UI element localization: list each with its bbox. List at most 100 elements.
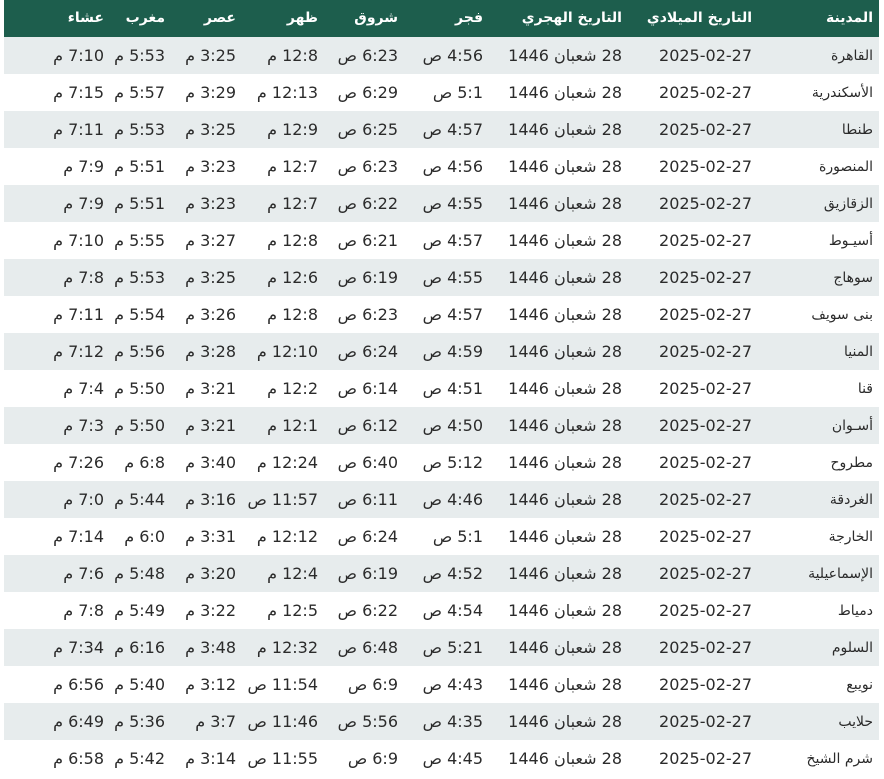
cell-asr: 3:48 م	[185, 638, 236, 657]
cell-sunrise: 6:14 ص	[337, 379, 398, 398]
table-row: المنصورة 2025-02-27 28 شعبان 1446 4:56 ص 6:2…	[4, 148, 879, 185]
cell-dhuhr: 11:55 ص	[247, 749, 318, 768]
cell-city: الغردقة	[829, 491, 873, 508]
cell-maghrib: 5:53 م	[114, 120, 165, 139]
cell-dhuhr: 12:7 م	[267, 157, 318, 176]
cell-isha: 7:14 م	[53, 527, 104, 546]
header-row: المدينة التاريخ الميلادي التاريخ الهجري …	[4, 0, 879, 37]
cell-maghrib: 5:55 م	[114, 231, 165, 250]
cell-fajr: 4:57 ص	[422, 231, 483, 250]
cell-asr: 3:7 م	[195, 712, 236, 731]
cell-city: القاهرة	[831, 47, 873, 64]
cell-sunrise: 6:21 ص	[337, 231, 398, 250]
cell-isha: 6:56 م	[53, 675, 104, 694]
header-hijri-date: التاريخ الهجري	[521, 9, 622, 26]
cell-isha: 7:10 م	[53, 46, 104, 65]
cell-maghrib: 5:51 م	[114, 194, 165, 213]
cell-sunrise: 6:23 ص	[337, 46, 398, 65]
cell-sunrise: 6:40 ص	[337, 453, 398, 472]
cell-hijri-date: 28 شعبان 1446	[508, 675, 622, 694]
cell-isha: 7:4 م	[63, 379, 104, 398]
cell-dhuhr: 12:2 م	[267, 379, 318, 398]
cell-asr: 3:40 م	[185, 453, 236, 472]
cell-fajr: 4:55 ص	[422, 194, 483, 213]
cell-city: حلايب	[838, 713, 873, 730]
cell-gregorian-date: 2025-02-27	[659, 638, 752, 657]
cell-city: السلوم	[831, 639, 873, 656]
cell-gregorian-date: 2025-02-27	[659, 342, 752, 361]
cell-maghrib: 5:53 م	[114, 46, 165, 65]
cell-asr: 3:21 م	[185, 379, 236, 398]
cell-isha: 7:8 م	[63, 601, 104, 620]
cell-dhuhr: 12:4 م	[267, 564, 318, 583]
cell-hijri-date: 28 شعبان 1446	[508, 231, 622, 250]
cell-sunrise: 6:48 ص	[337, 638, 398, 657]
cell-hijri-date: 28 شعبان 1446	[508, 638, 622, 657]
cell-isha: 7:11 م	[53, 120, 104, 139]
cell-gregorian-date: 2025-02-27	[659, 712, 752, 731]
cell-city: نويبع	[846, 676, 873, 693]
header-sunrise: شروق	[354, 9, 398, 26]
cell-hijri-date: 28 شعبان 1446	[508, 83, 622, 102]
cell-asr: 3:25 م	[185, 46, 236, 65]
cell-isha: 7:9 م	[63, 157, 104, 176]
cell-fajr: 4:54 ص	[422, 601, 483, 620]
cell-sunrise: 6:29 ص	[337, 83, 398, 102]
cell-isha: 7:10 م	[53, 231, 104, 250]
cell-sunrise: 6:22 ص	[337, 601, 398, 620]
header-fajr: فجر	[455, 9, 483, 26]
cell-hijri-date: 28 شعبان 1446	[508, 453, 622, 472]
header-asr: عصر	[203, 9, 236, 26]
cell-city: المنصورة	[819, 158, 873, 175]
cell-dhuhr: 12:8 م	[267, 46, 318, 65]
cell-fajr: 5:21 ص	[422, 638, 483, 657]
cell-city: بنى سويف	[811, 306, 873, 323]
cell-dhuhr: 11:54 ص	[247, 675, 318, 694]
header-isha: عشاء	[67, 9, 104, 26]
cell-hijri-date: 28 شعبان 1446	[508, 46, 622, 65]
cell-gregorian-date: 2025-02-27	[659, 527, 752, 546]
cell-city: سوهاج	[833, 269, 873, 286]
cell-city: الخارجة	[828, 528, 873, 545]
header-gregorian-date: التاريخ الميلادي	[646, 9, 752, 26]
cell-fajr: 5:1 ص	[432, 527, 483, 546]
table-row: الأسكندرية 2025-02-27 28 شعبان 1446 5:1 ص 6:…	[4, 74, 879, 111]
cell-fajr: 5:1 ص	[432, 83, 483, 102]
cell-dhuhr: 11:57 ص	[247, 490, 318, 509]
cell-gregorian-date: 2025-02-27	[659, 305, 752, 324]
cell-hijri-date: 28 شعبان 1446	[508, 749, 622, 768]
cell-fajr: 4:57 ص	[422, 120, 483, 139]
cell-isha: 7:8 م	[63, 268, 104, 287]
table-row: أسـوان 2025-02-27 28 شعبان 1446 4:50 ص 6:12 …	[4, 407, 879, 444]
cell-city: أسيـوط	[828, 232, 873, 249]
cell-asr: 3:12 م	[185, 675, 236, 694]
cell-isha: 7:34 م	[53, 638, 104, 657]
cell-hijri-date: 28 شعبان 1446	[508, 194, 622, 213]
cell-dhuhr: 12:32 م	[256, 638, 318, 657]
table-row: الخارجة 2025-02-27 28 شعبان 1446 5:1 ص 6:24 …	[4, 518, 879, 555]
cell-maghrib: 5:56 م	[114, 342, 165, 361]
cell-fajr: 4:56 ص	[422, 157, 483, 176]
cell-asr: 3:21 م	[185, 416, 236, 435]
cell-dhuhr: 12:6 م	[267, 268, 318, 287]
cell-fajr: 4:45 ص	[422, 749, 483, 768]
table-row: المنيا 2025-02-27 28 شعبان 1446 4:59 ص 6:24 …	[4, 333, 879, 370]
cell-fajr: 4:56 ص	[422, 46, 483, 65]
cell-fajr: 4:59 ص	[422, 342, 483, 361]
cell-sunrise: 6:12 ص	[337, 416, 398, 435]
cell-maghrib: 5:49 م	[114, 601, 165, 620]
cell-hijri-date: 28 شعبان 1446	[508, 157, 622, 176]
cell-hijri-date: 28 شعبان 1446	[508, 120, 622, 139]
cell-maghrib: 5:36 م	[114, 712, 165, 731]
cell-asr: 3:14 م	[185, 749, 236, 768]
cell-fajr: 4:50 ص	[422, 416, 483, 435]
cell-maghrib: 5:54 م	[114, 305, 165, 324]
cell-dhuhr: 12:9 م	[267, 120, 318, 139]
table-row: الزقازيق 2025-02-27 28 شعبان 1446 4:55 ص 6:2…	[4, 185, 879, 222]
cell-sunrise: 6:19 ص	[337, 268, 398, 287]
prayer-times-table: المدينة التاريخ الميلادي التاريخ الهجري …	[4, 0, 879, 777]
cell-city: الإسماعيلية	[808, 565, 873, 582]
cell-dhuhr: 12:5 م	[267, 601, 318, 620]
cell-maghrib: 5:44 م	[114, 490, 165, 509]
cell-hijri-date: 28 شعبان 1446	[508, 527, 622, 546]
